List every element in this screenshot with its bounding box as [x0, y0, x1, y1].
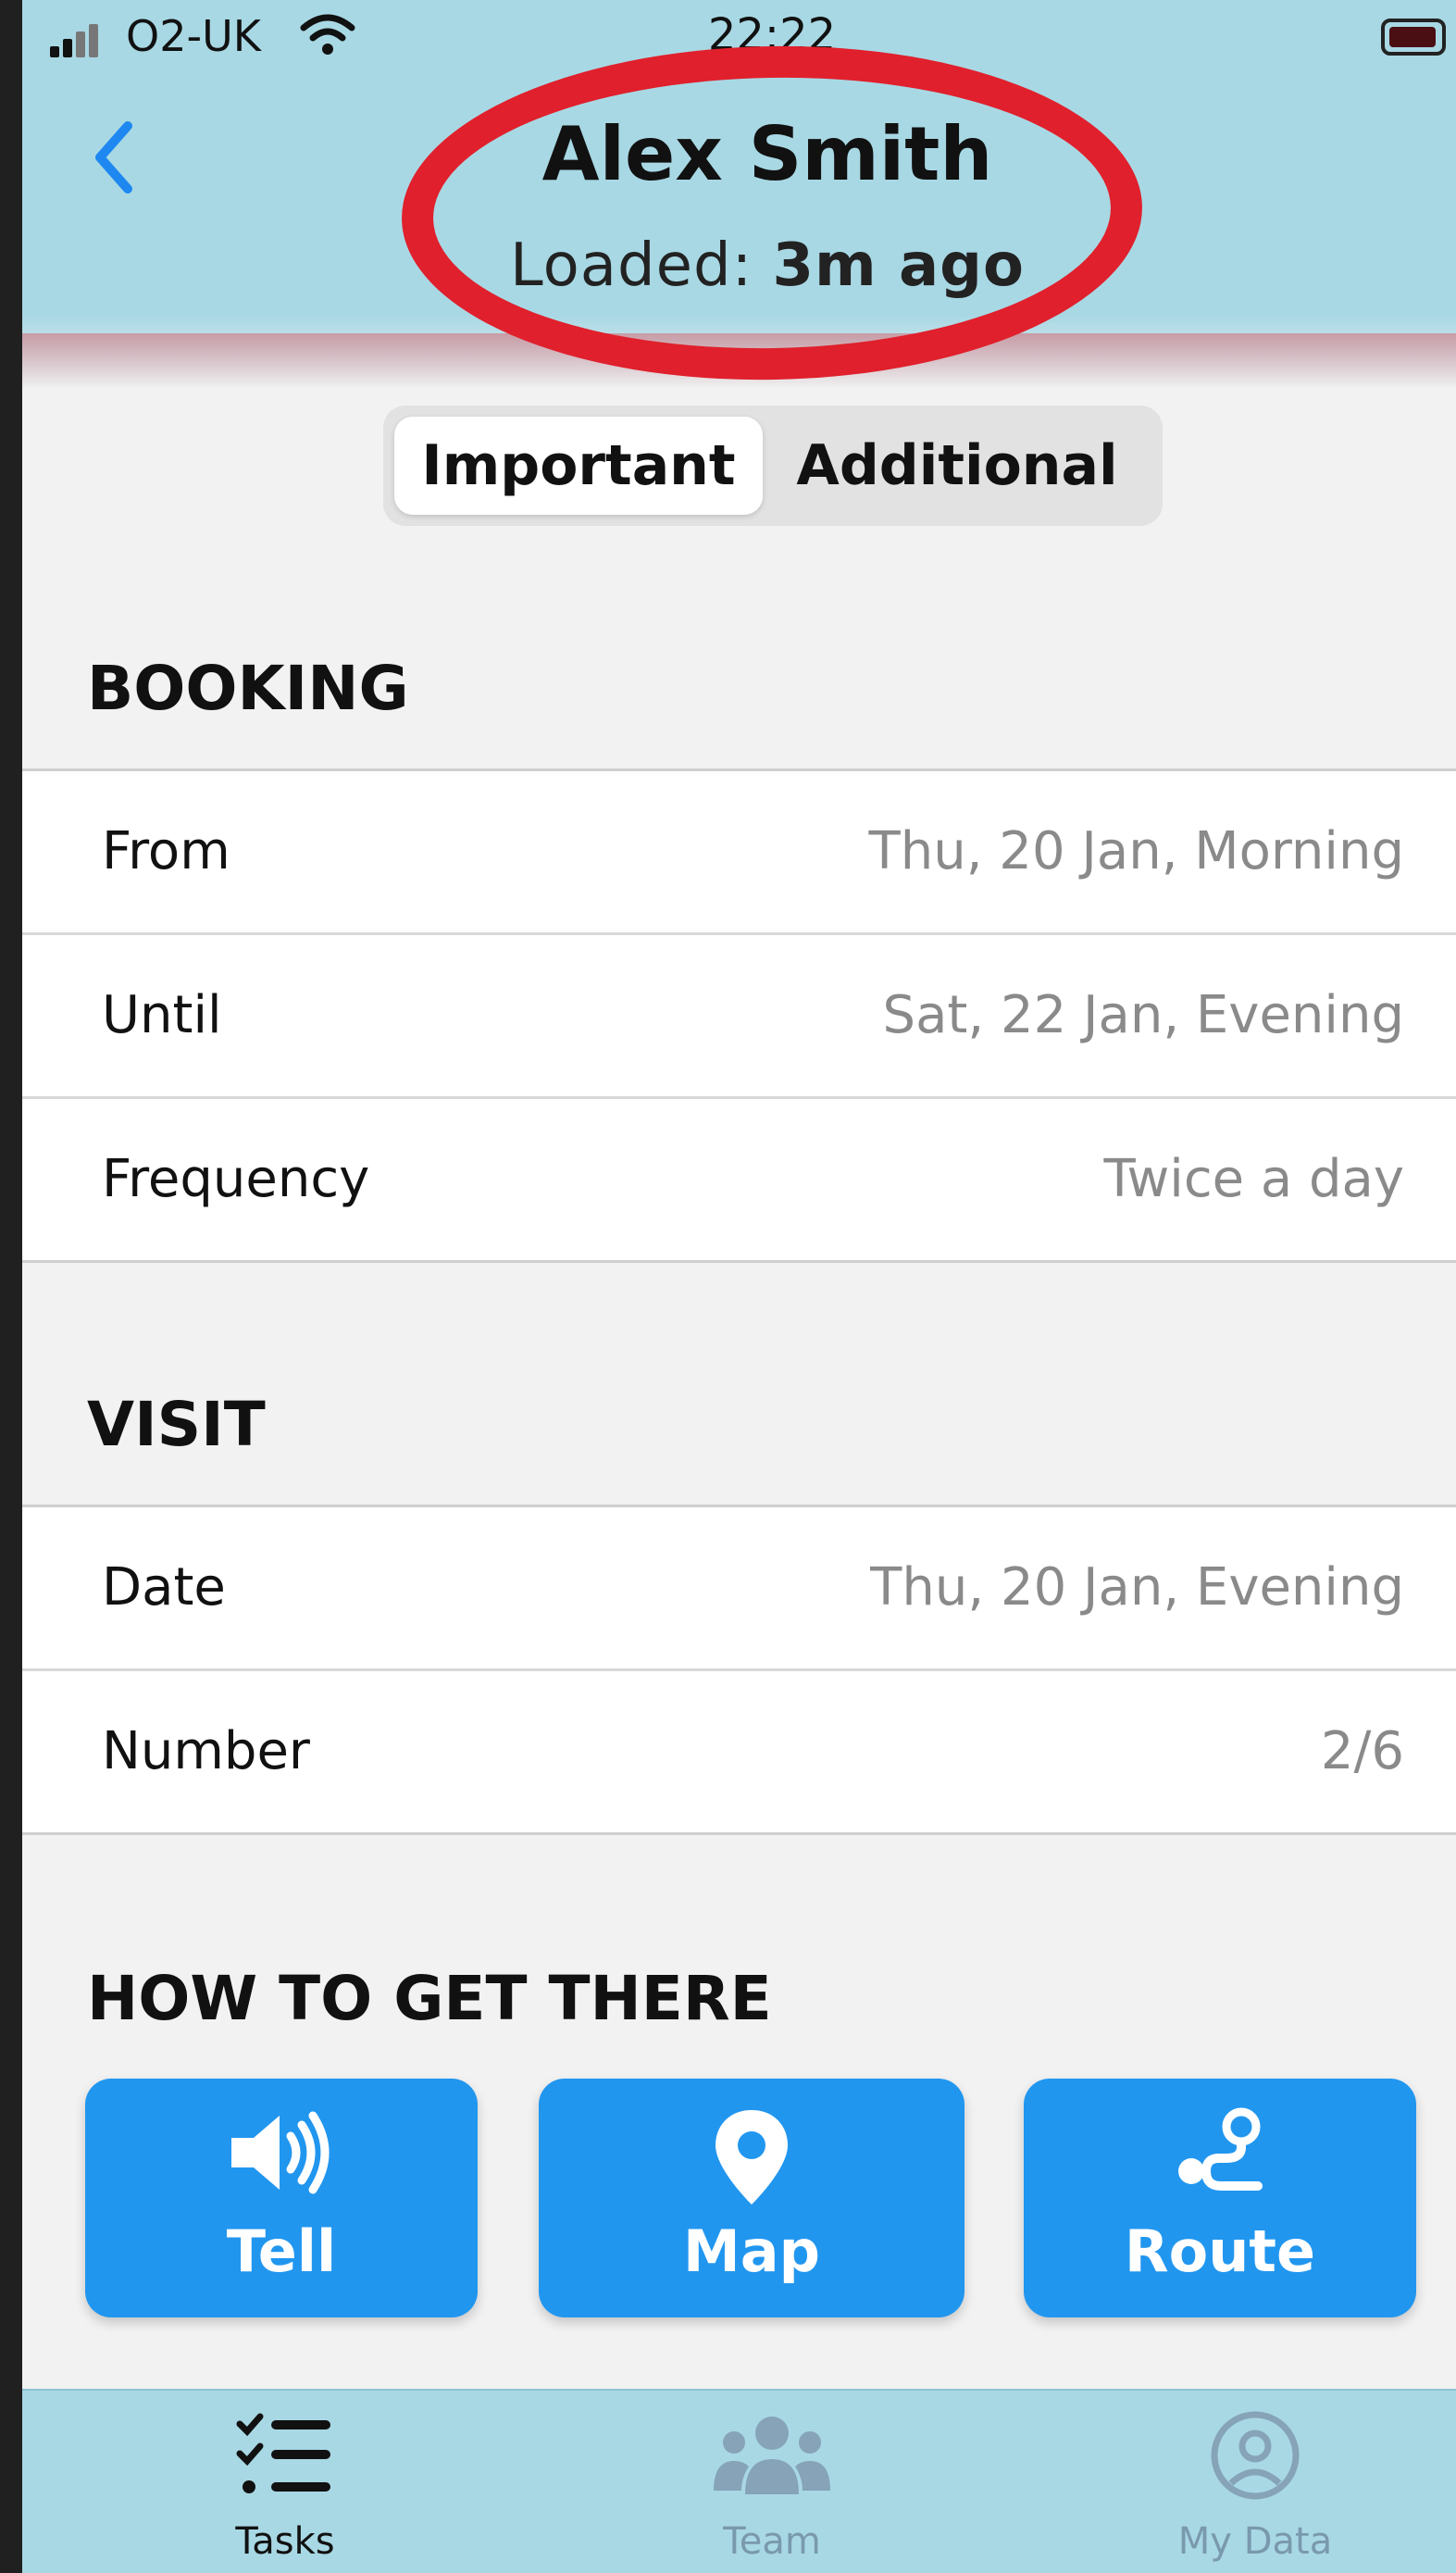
row-label: Frequency	[102, 1149, 370, 1209]
row-value: Sat, 22 Jan, Evening	[882, 985, 1404, 1045]
list-item: From Thu, 20 Jan, Morning	[22, 771, 1456, 935]
row-value: Thu, 20 Jan, Evening	[870, 1557, 1404, 1617]
row-value: Thu, 20 Jan, Morning	[868, 821, 1404, 881]
signal-icon	[50, 20, 106, 57]
route-button[interactable]: Route	[1024, 2079, 1416, 2317]
map-button-label: Map	[683, 2217, 820, 2285]
route-button-label: Route	[1124, 2217, 1316, 2285]
list-item: Until Sat, 22 Jan, Evening	[22, 935, 1456, 1099]
carrier-name: O2-UK	[126, 11, 261, 61]
row-label: Date	[102, 1557, 226, 1617]
section-title-visit: VISIT	[87, 1389, 266, 1460]
checklist-icon	[236, 2413, 330, 2493]
tab-bar: Tasks Team My Data	[22, 2389, 1456, 2573]
tab-my-data[interactable]: My Data	[1116, 2391, 1394, 2573]
section-title-booking: BOOKING	[87, 653, 409, 724]
list-item: Date Thu, 20 Jan, Evening	[22, 1507, 1456, 1671]
section-title-directions: HOW TO GET THERE	[87, 1963, 772, 2034]
tab-my-data-label: My Data	[1177, 2520, 1333, 2563]
user-circle-icon	[1211, 2411, 1300, 2500]
tab-team[interactable]: Team	[633, 2391, 911, 2573]
row-label: From	[102, 821, 230, 881]
map-button[interactable]: Map	[539, 2079, 964, 2317]
visit-list: Date Thu, 20 Jan, Evening Number 2/6	[22, 1505, 1456, 1835]
route-icon	[1178, 2107, 1263, 2191]
segment-additional[interactable]: Additional	[763, 417, 1151, 515]
tab-team-label: Team	[723, 2520, 821, 2563]
segmented-control: Important Additional	[383, 406, 1163, 526]
speaker-icon	[231, 2111, 330, 2194]
tell-button-label: Tell	[226, 2217, 337, 2285]
segment-important[interactable]: Important	[394, 417, 763, 515]
row-value: 2/6	[1320, 1721, 1404, 1781]
battery-icon	[1381, 19, 1446, 56]
booking-list: From Thu, 20 Jan, Morning Until Sat, 22 …	[22, 768, 1456, 1263]
tab-tasks[interactable]: Tasks	[146, 2391, 424, 2573]
list-item: Frequency Twice a day	[22, 1099, 1456, 1260]
team-icon	[714, 2417, 830, 2494]
tell-button[interactable]: Tell	[85, 2079, 478, 2317]
wifi-icon	[300, 14, 355, 55]
row-label: Number	[102, 1721, 310, 1781]
tab-tasks-label: Tasks	[235, 2520, 335, 2563]
map-pin-icon	[716, 2110, 788, 2205]
list-item: Number 2/6	[22, 1671, 1456, 1832]
row-label: Until	[102, 985, 222, 1045]
app-screen: O2-UK 22:22 Alex Smith Loaded: 3m ago Im…	[22, 0, 1456, 2573]
back-button[interactable]	[78, 111, 152, 204]
row-value: Twice a day	[1103, 1149, 1404, 1209]
